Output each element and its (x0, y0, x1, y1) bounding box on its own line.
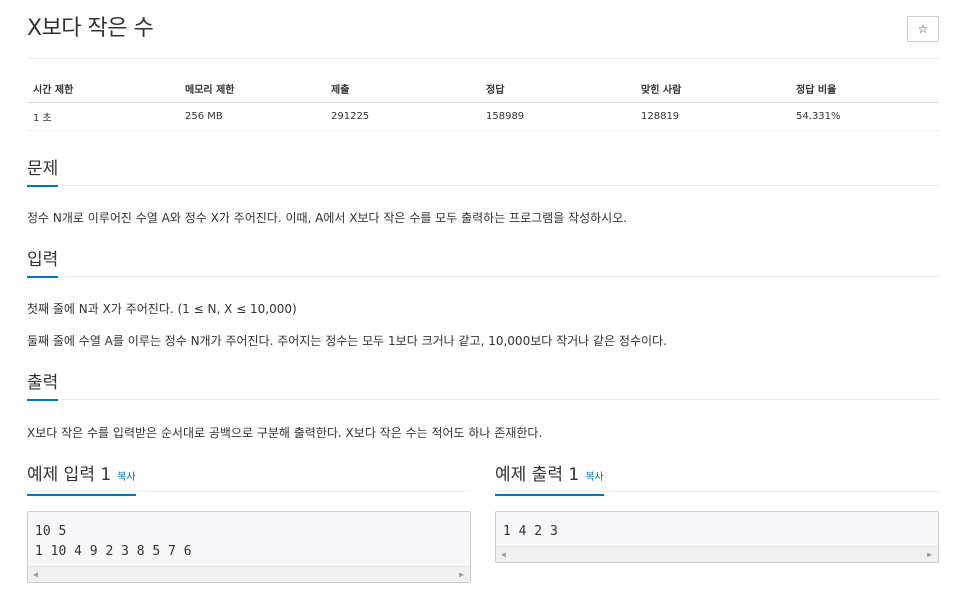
copy-sample-output-link[interactable]: 복사 (585, 472, 603, 483)
input-section-header: 입력 (27, 247, 939, 278)
sample-input-code: 10 5 1 10 4 9 2 3 8 5 7 6 (35, 524, 192, 559)
star-icon: ☆ (917, 22, 929, 36)
sample-output-scrollbar[interactable]: ◀ ▶ (496, 546, 938, 562)
info-value-row: 1 초 256 MB 291225 158989 128819 54.331% (27, 102, 939, 131)
scroll-left-arrow-icon[interactable]: ◀ (33, 570, 38, 579)
input-text-line1: 첫째 줄에 N과 X가 주어진다. (1 ≤ N, X ≤ 10,000) (27, 302, 297, 316)
output-section-header: 출력 (27, 370, 939, 401)
title-row: X보다 작은 수 ☆ (27, 14, 939, 44)
page-title: X보다 작은 수 (27, 16, 154, 41)
input-heading: 입력 (27, 247, 59, 278)
sample-output-header: 예제 출력 1 복사 (495, 462, 939, 496)
header-time-limit: 시간 제한 (27, 76, 179, 103)
header-memory-limit: 메모리 제한 (179, 76, 325, 103)
copy-sample-input-link[interactable]: 복사 (117, 472, 135, 483)
value-accepted: 158989 (480, 102, 635, 131)
output-heading: 출력 (27, 370, 59, 401)
problem-info-table: 시간 제한 메모리 제한 제출 정답 맞힌 사람 정답 비율 1 초 256 M… (27, 76, 939, 131)
value-memory-limit: 256 MB (179, 102, 325, 131)
input-text-line2: 둘째 줄에 수열 A를 이루는 정수 N개가 주어진다. 주어지는 정수는 모두… (27, 334, 667, 348)
info-header-row: 시간 제한 메모리 제한 제출 정답 맞힌 사람 정답 비율 (27, 76, 939, 103)
scroll-right-arrow-icon[interactable]: ▶ (459, 570, 464, 579)
sample-input-heading-wrap: 예제 입력 1 복사 (27, 462, 136, 496)
sample-output-code: 1 4 2 3 (503, 524, 558, 539)
description-section-header: 문제 (27, 156, 939, 187)
header-accepted: 정답 (480, 76, 635, 103)
value-time-limit: 1 초 (27, 102, 179, 131)
sample-input-header: 예제 입력 1 복사 (27, 462, 471, 496)
sample-input-box[interactable]: 10 5 1 10 4 9 2 3 8 5 7 6 ◀ ▶ (27, 511, 471, 583)
header-submissions: 제출 (325, 76, 480, 103)
value-accept-ratio: 54.331% (790, 102, 939, 131)
problem-page: X보다 작은 수 ☆ 시간 제한 메모리 제한 제출 정답 맞힌 사람 정답 비… (27, 0, 939, 593)
sample-output-heading-wrap: 예제 출력 1 복사 (495, 462, 604, 496)
scroll-right-arrow-icon[interactable]: ▶ (927, 550, 932, 559)
title-divider (27, 58, 939, 59)
sample-input-heading: 예제 입력 1 (27, 465, 112, 485)
header-solved-users: 맞힌 사람 (635, 76, 790, 103)
sample-input-scrollbar[interactable]: ◀ ▶ (28, 566, 470, 582)
value-solved-users: 128819 (635, 102, 790, 131)
value-submissions: 291225 (325, 102, 480, 131)
description-text: 정수 N개로 이루어진 수열 A와 정수 X가 주어진다. 이때, A에서 X보… (27, 211, 628, 225)
description-heading: 문제 (27, 156, 59, 187)
scroll-left-arrow-icon[interactable]: ◀ (501, 550, 506, 559)
star-button[interactable]: ☆ (907, 16, 939, 42)
sample-output-heading: 예제 출력 1 (495, 465, 580, 485)
output-text: X보다 작은 수를 입력받은 순서대로 공백으로 구분해 출력한다. X보다 작… (27, 426, 543, 440)
sample-output-box[interactable]: 1 4 2 3 ◀ ▶ (495, 511, 939, 563)
header-accept-ratio: 정답 비율 (790, 76, 939, 103)
